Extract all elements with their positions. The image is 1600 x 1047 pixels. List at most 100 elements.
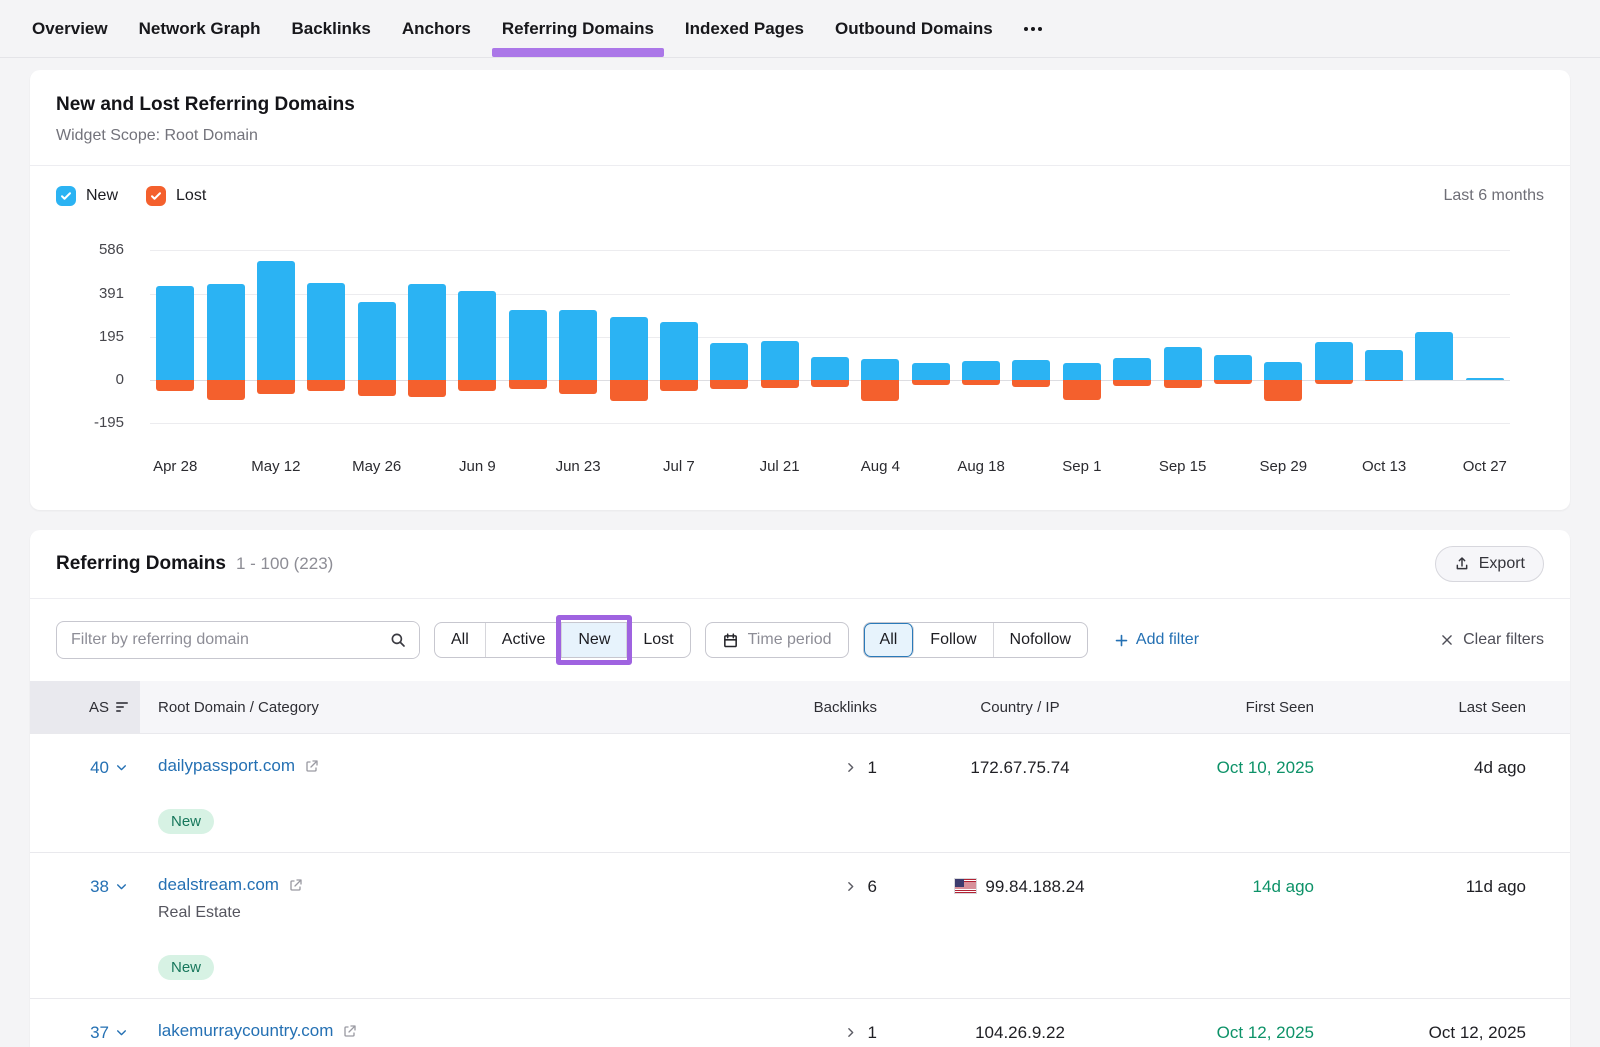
bar-lost[interactable] <box>861 380 899 401</box>
bar-new[interactable] <box>660 322 698 380</box>
bar-new[interactable] <box>962 361 1000 380</box>
bar-new[interactable] <box>458 291 496 380</box>
as-cell[interactable]: 40 <box>30 756 140 834</box>
bar-new[interactable] <box>1415 332 1453 380</box>
time-period-button[interactable]: Time period <box>705 622 849 658</box>
domain-link[interactable]: dealstream.com <box>158 875 279 895</box>
chevron-right-icon[interactable] <box>844 1026 857 1039</box>
bar-lost[interactable] <box>962 380 1000 385</box>
follow-option-follow[interactable]: Follow <box>914 623 993 657</box>
bar-new[interactable] <box>408 284 446 380</box>
us-flag-icon <box>955 879 976 893</box>
checkbox-lost[interactable] <box>146 186 166 206</box>
bar-new[interactable] <box>710 343 748 380</box>
bar-new[interactable] <box>1466 378 1504 380</box>
domain-cell: dealstream.comReal EstateNew <box>140 875 700 980</box>
bar-lost[interactable] <box>912 380 950 386</box>
bar-lost[interactable] <box>710 380 748 389</box>
bar-lost[interactable] <box>257 380 295 394</box>
bar-new[interactable] <box>1063 363 1101 380</box>
export-button[interactable]: Export <box>1435 546 1544 582</box>
bar-lost[interactable] <box>458 380 496 391</box>
bar-lost[interactable] <box>307 380 345 392</box>
bar-lost[interactable] <box>1365 380 1403 381</box>
bar-lost[interactable] <box>156 380 194 391</box>
bar-new[interactable] <box>257 261 295 380</box>
bar-lost[interactable] <box>811 380 849 387</box>
column-header-as[interactable]: AS <box>30 681 140 733</box>
chevron-right-icon[interactable] <box>844 761 857 774</box>
column-header-backlinks: Backlinks <box>700 681 890 733</box>
bar-new[interactable] <box>1012 360 1050 380</box>
bar-new[interactable] <box>156 286 194 380</box>
bar-new[interactable] <box>1264 362 1302 380</box>
bar-new[interactable] <box>1365 350 1403 380</box>
checkbox-new[interactable] <box>56 186 76 206</box>
bar-lost[interactable] <box>761 380 799 388</box>
nav-tab-backlinks[interactable]: Backlinks <box>291 0 370 58</box>
status-option-lost[interactable]: Lost <box>627 623 689 657</box>
as-cell[interactable]: 37 <box>30 1021 140 1047</box>
bar-lost[interactable] <box>1113 380 1151 387</box>
bar-new[interactable] <box>559 310 597 380</box>
bar-lost[interactable] <box>1264 380 1302 401</box>
bar-lost[interactable] <box>1315 380 1353 384</box>
legend-toggle-lost[interactable]: Lost <box>146 186 206 206</box>
x-axis-tick: May 12 <box>251 458 300 475</box>
status-option-active[interactable]: Active <box>486 623 563 657</box>
more-tabs-icon[interactable] <box>1024 0 1042 58</box>
clear-filters-button[interactable]: Clear filters <box>1440 631 1544 649</box>
bar-lost[interactable] <box>207 380 245 400</box>
bar-new[interactable] <box>912 363 950 380</box>
external-link-icon[interactable] <box>304 758 320 774</box>
gridline: 586 <box>150 250 1510 251</box>
status-option-new[interactable]: New <box>562 623 627 657</box>
bar-new[interactable] <box>861 359 899 380</box>
status-option-all[interactable]: All <box>435 623 486 657</box>
bar-lost[interactable] <box>1214 380 1252 384</box>
gridline: 391 <box>150 294 1510 295</box>
bar-new[interactable] <box>1113 358 1151 380</box>
domain-filter-input[interactable] <box>57 631 377 649</box>
domain-link[interactable]: dailypassport.com <box>158 756 295 776</box>
nav-tab-referring-domains[interactable]: Referring Domains <box>502 0 654 58</box>
follow-option-nofollow[interactable]: Nofollow <box>994 623 1087 657</box>
backlinks-count: 6 <box>868 877 877 897</box>
follow-option-all[interactable]: All <box>864 623 915 657</box>
nav-tab-indexed-pages[interactable]: Indexed Pages <box>685 0 804 58</box>
bar-new[interactable] <box>207 284 245 380</box>
bar-new[interactable] <box>307 283 345 380</box>
bar-lost[interactable] <box>1063 380 1101 400</box>
bar-lost[interactable] <box>509 380 547 389</box>
bar-new[interactable] <box>1214 355 1252 380</box>
bar-new[interactable] <box>761 341 799 380</box>
legend-label: New <box>86 187 118 205</box>
chart-legend-controls: NewLost Last 6 months <box>30 166 1570 212</box>
bar-new[interactable] <box>509 310 547 380</box>
bar-new[interactable] <box>811 357 849 380</box>
bar-new[interactable] <box>358 302 396 380</box>
bar-new[interactable] <box>1164 347 1202 380</box>
bar-lost[interactable] <box>610 380 648 401</box>
external-link-icon[interactable] <box>288 877 304 893</box>
nav-tab-anchors[interactable]: Anchors <box>402 0 471 58</box>
bar-new[interactable] <box>610 317 648 380</box>
nav-tab-network-graph[interactable]: Network Graph <box>139 0 261 58</box>
nav-tab-overview[interactable]: Overview <box>32 0 108 58</box>
nav-tab-outbound-domains[interactable]: Outbound Domains <box>835 0 993 58</box>
bar-lost[interactable] <box>559 380 597 394</box>
search-button[interactable] <box>377 622 419 658</box>
bar-lost[interactable] <box>408 380 446 398</box>
bar-lost[interactable] <box>358 380 396 396</box>
bar-lost[interactable] <box>1164 380 1202 388</box>
bar-new[interactable] <box>1315 342 1353 380</box>
legend-toggle-new[interactable]: New <box>56 186 118 206</box>
chevron-right-icon[interactable] <box>844 880 857 893</box>
chart-x-axis: Apr 28May 12May 26Jun 9Jun 23Jul 7Jul 21… <box>150 458 1510 484</box>
external-link-icon[interactable] <box>342 1023 358 1039</box>
bar-lost[interactable] <box>1012 380 1050 387</box>
as-cell[interactable]: 38 <box>30 875 140 980</box>
domain-link[interactable]: lakemurraycountry.com <box>158 1021 333 1041</box>
add-filter-button[interactable]: Add filter <box>1114 631 1199 649</box>
bar-lost[interactable] <box>660 380 698 391</box>
